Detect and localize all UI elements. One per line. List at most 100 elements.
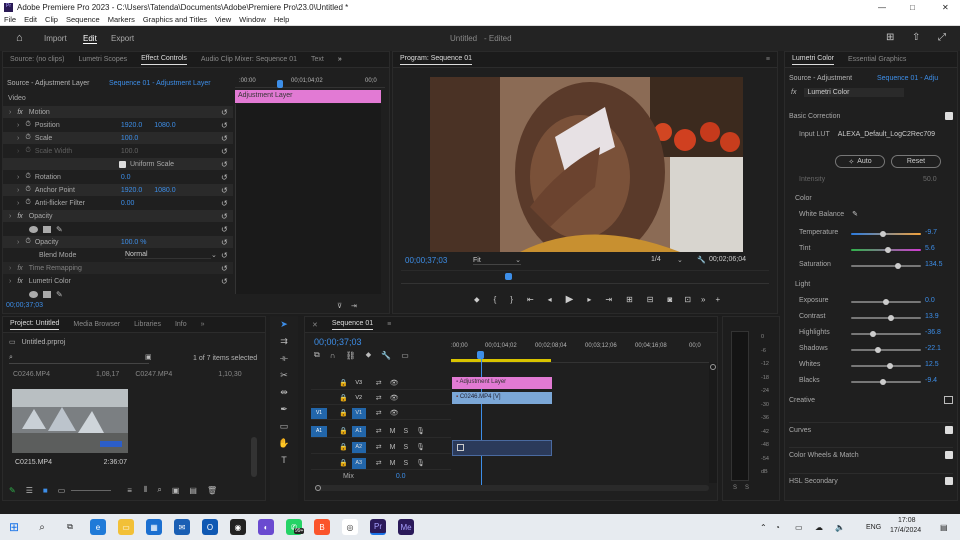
- premiere-taskbar-icon[interactable]: Pr: [370, 519, 386, 535]
- ec-sequence-dropdown[interactable]: Sequence 01 - Adjustment Layer: [109, 80, 211, 87]
- lock-icon[interactable]: 🔒: [339, 394, 348, 402]
- tab-project[interactable]: Project: Untitled: [10, 320, 60, 330]
- marker-icon[interactable]: ⬥: [366, 350, 372, 360]
- track-target[interactable]: V3: [352, 378, 366, 389]
- tray-chevron-icon[interactable]: ⌃: [760, 523, 767, 532]
- mail-icon[interactable]: ✉: [174, 519, 190, 535]
- new-item-icon[interactable]: ▤: [189, 486, 197, 495]
- tab-source[interactable]: Source: (no clips): [10, 56, 64, 63]
- lumetri-fx-dropdown[interactable]: Lumetri Color: [804, 88, 905, 97]
- sync-lock-icon[interactable]: ⇄: [376, 409, 382, 417]
- sync-lock-icon[interactable]: ⇄: [376, 394, 382, 402]
- menu-help[interactable]: Help: [274, 15, 289, 24]
- temperature-value[interactable]: -9.7: [925, 229, 937, 236]
- program-scrubber[interactable]: [401, 270, 769, 284]
- rotation-value[interactable]: 0.0: [121, 174, 131, 181]
- pen-tool-icon[interactable]: ✒: [270, 401, 298, 418]
- tab-effect-controls[interactable]: Effect Controls: [141, 55, 187, 65]
- reset-icon[interactable]: ↺: [221, 197, 228, 210]
- file-explorer-icon[interactable]: ▭: [118, 519, 134, 535]
- anchor-y[interactable]: 1080.0: [154, 187, 175, 194]
- language-indicator[interactable]: ENG: [866, 524, 881, 531]
- highlights-value[interactable]: -36.8: [925, 329, 941, 336]
- pen-mask-icon[interactable]: ✎: [56, 225, 63, 234]
- stopwatch-icon[interactable]: ⏱: [25, 199, 30, 207]
- project-scrollbar[interactable]: [251, 437, 257, 477]
- resolution-dropdown[interactable]: 1/4: [651, 256, 661, 263]
- ellipse-mask-icon[interactable]: [29, 225, 38, 233]
- menu-edit[interactable]: Edit: [24, 15, 37, 24]
- filter-icon[interactable]: ⊽: [337, 302, 342, 310]
- mark-out-icon[interactable]: }: [510, 295, 513, 304]
- reset-icon[interactable]: ↺: [221, 275, 228, 288]
- automate-icon[interactable]: ⫴: [144, 485, 147, 495]
- tab-media-browser[interactable]: Media Browser: [73, 321, 120, 328]
- tab-text[interactable]: Text: [311, 56, 324, 63]
- reset-icon[interactable]: ↺: [221, 158, 228, 171]
- icon-view-icon[interactable]: ■: [43, 486, 48, 495]
- saturation-slider[interactable]: [851, 263, 921, 269]
- work-area-bar[interactable]: [451, 359, 551, 362]
- reset-icon[interactable]: ↺: [221, 236, 228, 249]
- tint-slider-handle[interactable]: [885, 247, 892, 253]
- hand-tool-icon[interactable]: ✋: [270, 435, 298, 452]
- razor-icon[interactable]: ✂: [270, 367, 298, 384]
- whatsapp-icon[interactable]: ✆ 99+: [286, 519, 305, 535]
- position-x[interactable]: 1920.0: [121, 122, 142, 129]
- whites-slider-handle[interactable]: [887, 363, 894, 369]
- audio-clip[interactable]: [452, 440, 552, 456]
- clock-date[interactable]: 17/4/2024: [890, 527, 921, 534]
- reset-icon[interactable]: ↺: [221, 223, 228, 236]
- basic-correction-header[interactable]: Basic Correction: [789, 112, 953, 120]
- eyedropper-icon[interactable]: ✎: [852, 210, 858, 218]
- edit-tab[interactable]: Edit: [83, 34, 97, 44]
- program-menu-icon[interactable]: ≡: [766, 56, 770, 63]
- hsl-header[interactable]: HSL Secondary: [789, 473, 953, 485]
- fullscreen-icon[interactable]: ⤢: [938, 32, 946, 43]
- freeform-view-icon[interactable]: ▭: [58, 486, 66, 495]
- wrench-icon[interactable]: 🔧: [697, 256, 706, 264]
- stopwatch-icon[interactable]: ⏱: [25, 238, 30, 246]
- stopwatch-icon[interactable]: ⏱: [25, 134, 30, 142]
- creative-toggle[interactable]: [944, 396, 953, 404]
- reset-icon[interactable]: ↺: [221, 171, 228, 184]
- project-list-row[interactable]: C0246.MP4 1,08,17 C0247.MP4 1,10,30: [13, 371, 253, 378]
- rectangle-mask-icon[interactable]: [43, 225, 51, 233]
- creative-header[interactable]: Creative: [789, 396, 953, 404]
- menu-window[interactable]: Window: [239, 15, 266, 24]
- contrast-value[interactable]: 13.9: [925, 313, 939, 320]
- sync-lock-icon[interactable]: ⇄: [376, 427, 382, 435]
- tab-essential-graphics[interactable]: Essential Graphics: [848, 56, 906, 63]
- start-icon[interactable]: ⊞: [6, 519, 22, 535]
- new-bin-icon[interactable]: ▣: [145, 353, 152, 361]
- wheels-header[interactable]: Color Wheels & Match: [789, 447, 953, 459]
- saturation-slider-handle[interactable]: [894, 263, 901, 269]
- mix-value[interactable]: 0.0: [396, 473, 406, 480]
- ripple-edit-icon[interactable]: ⟛: [270, 350, 298, 367]
- speaker-icon[interactable]: 🔈: [835, 523, 845, 532]
- mute-icon[interactable]: M: [390, 460, 396, 467]
- ec-clip-bar[interactable]: Adjustment Layer: [235, 90, 381, 103]
- lock-icon[interactable]: 🔒: [339, 443, 348, 451]
- export-frame-icon[interactable]: ⇥: [351, 302, 357, 310]
- zoom-slider[interactable]: [71, 489, 112, 491]
- saturation-value[interactable]: 134.5: [925, 261, 943, 268]
- stopwatch-icon[interactable]: ⏱: [25, 186, 30, 194]
- highlights-slider[interactable]: [851, 331, 921, 337]
- timeline-timecode[interactable]: 00;00;37;03: [314, 337, 362, 347]
- close-button[interactable]: ✕: [942, 3, 949, 12]
- play-icon[interactable]: ▶: [566, 294, 574, 305]
- hsl-checkbox[interactable]: [945, 477, 953, 485]
- anchor-x[interactable]: 1920.0: [121, 187, 142, 194]
- snap-icon[interactable]: ∩: [330, 351, 336, 360]
- lumetri-sequence-dropdown[interactable]: Sequence 01 - Adju: [877, 75, 938, 82]
- reset-icon[interactable]: ↺: [221, 132, 228, 145]
- new-bin-icon[interactable]: ▣: [172, 486, 180, 495]
- position-y[interactable]: 1080.0: [154, 122, 175, 129]
- track-target[interactable]: A3: [351, 457, 366, 469]
- basic-correction-checkbox[interactable]: [945, 112, 953, 120]
- source-patch[interactable]: A1: [311, 425, 327, 437]
- opacity-row[interactable]: › fx Opacity: [3, 210, 233, 222]
- blacks-value[interactable]: -9.4: [925, 377, 937, 384]
- tab-program[interactable]: Program: Sequence 01: [400, 55, 472, 65]
